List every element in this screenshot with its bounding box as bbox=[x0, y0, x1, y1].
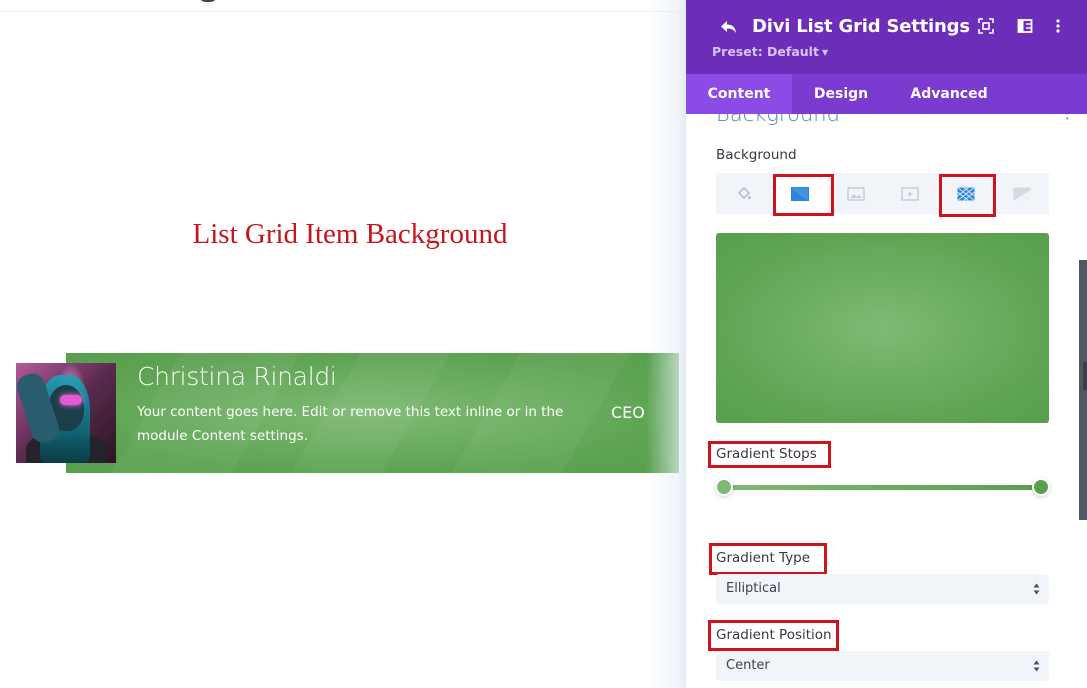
panel-title: Divi List Grid Settings bbox=[752, 16, 970, 37]
builder-canvas: List Grid Item Background Christina Rina… bbox=[0, 0, 686, 688]
partial-logo-glyph bbox=[198, 0, 218, 2]
panel-scrollbar[interactable] bbox=[1079, 260, 1087, 520]
select-arrows-icon bbox=[1033, 660, 1040, 672]
select-arrows-icon bbox=[1033, 583, 1040, 595]
list-item-name: Christina Rinaldi bbox=[137, 362, 337, 391]
background-label: Background bbox=[716, 147, 797, 163]
preset-dropdown[interactable]: Preset: Default ▼ bbox=[712, 44, 828, 59]
canvas-top-bar bbox=[0, 0, 686, 12]
gradient-stops-label: Gradient Stops bbox=[716, 446, 817, 462]
bg-type-mask[interactable] bbox=[994, 173, 1049, 214]
gradient-type-value: Elliptical bbox=[726, 581, 781, 596]
focus-icon[interactable] bbox=[978, 18, 994, 34]
gradient-position-select[interactable]: Center bbox=[716, 651, 1049, 681]
mask-icon bbox=[1013, 187, 1030, 200]
bg-type-image[interactable] bbox=[828, 173, 883, 214]
gradient-stop-end[interactable] bbox=[1032, 478, 1050, 496]
gradient-type-label: Gradient Type bbox=[716, 550, 811, 566]
gradient-position-label: Gradient Position bbox=[716, 627, 832, 643]
background-type-tabs bbox=[716, 173, 1049, 214]
sidebar-layout-icon[interactable] bbox=[1017, 18, 1033, 34]
tab-design[interactable]: Design bbox=[792, 74, 890, 114]
bg-type-pattern[interactable] bbox=[938, 173, 993, 214]
image-icon bbox=[846, 186, 865, 201]
settings-panel: Divi List Grid Settings Preset: Default ▼… bbox=[686, 0, 1087, 688]
avatar-glasses bbox=[60, 395, 82, 405]
paint-bucket-icon bbox=[737, 186, 751, 199]
scrollbar-grip[interactable] bbox=[1083, 362, 1087, 390]
gradient-stop-start[interactable] bbox=[715, 478, 733, 496]
more-vertical-icon[interactable] bbox=[1050, 18, 1066, 34]
panel-header: Divi List Grid Settings Preset: Default ▼ bbox=[686, 0, 1087, 74]
video-icon bbox=[900, 186, 919, 201]
pattern-icon bbox=[956, 186, 975, 201]
gradient-stops-track[interactable] bbox=[724, 485, 1042, 490]
list-item-description: Your content goes here. Edit or remove t… bbox=[137, 404, 564, 444]
gradient-type-select[interactable]: Elliptical bbox=[716, 574, 1049, 604]
canvas-edge-shade bbox=[646, 0, 686, 688]
tab-content[interactable]: Content bbox=[686, 74, 792, 114]
preset-label: Preset: Default bbox=[712, 44, 819, 59]
caret-down-icon: ▼ bbox=[821, 48, 829, 57]
canvas-heading: List Grid Item Background bbox=[192, 218, 508, 250]
panel-tabs: Content Design Advanced bbox=[686, 74, 1087, 114]
back-icon[interactable] bbox=[718, 16, 740, 38]
bg-type-color[interactable] bbox=[716, 173, 771, 214]
gradient-preview bbox=[716, 233, 1049, 423]
gradient-icon bbox=[790, 186, 809, 201]
bg-type-video[interactable] bbox=[882, 173, 937, 214]
gradient-position-value: Center bbox=[726, 658, 770, 673]
bg-type-gradient[interactable] bbox=[772, 173, 827, 214]
list-item-role: CEO bbox=[611, 403, 645, 422]
tab-advanced[interactable]: Advanced bbox=[890, 74, 1008, 114]
avatar bbox=[16, 363, 116, 463]
